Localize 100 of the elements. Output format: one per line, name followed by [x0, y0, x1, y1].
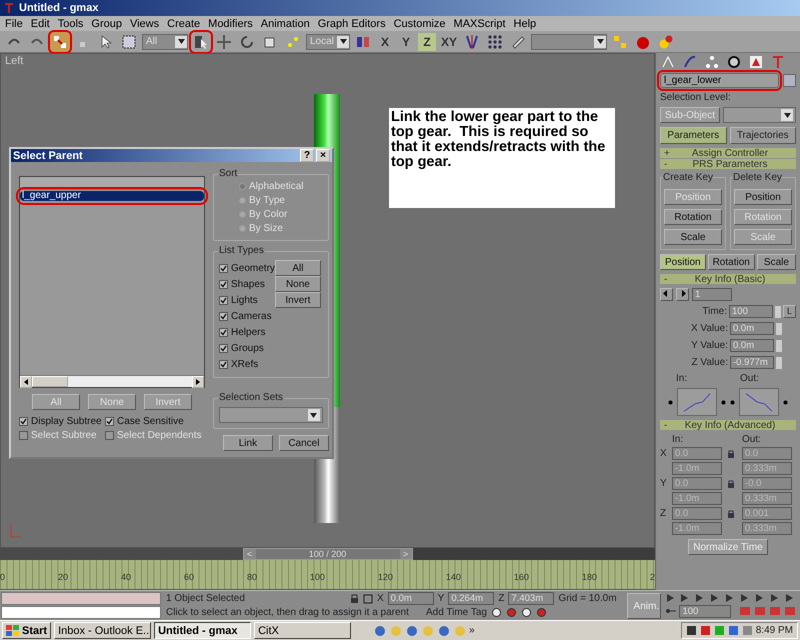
type-checkbox[interactable]: Cameras: [219, 310, 275, 322]
group-title: Delete Key: [733, 172, 782, 183]
tick-label: 60: [184, 572, 194, 583]
mode-button[interactable]: Position: [660, 254, 706, 270]
axis-constraint-button[interactable]: Z: [418, 32, 436, 50]
checkmark-icon: [220, 328, 227, 336]
axis-tripod-icon: [9, 523, 23, 539]
mode-button[interactable]: Scale: [756, 254, 796, 270]
dialog-button[interactable]: Cancel: [278, 435, 329, 451]
viewport-label: Left: [5, 55, 24, 67]
option-checkbox[interactable]: Case Sensitive: [105, 416, 205, 427]
tick-label: 0: [0, 572, 6, 583]
dialog-button[interactable]: Link: [222, 435, 273, 451]
object-color-swatch[interactable]: [783, 74, 796, 87]
lock-icon[interactable]: [726, 508, 736, 518]
taskbar-button[interactable]: Inbox - Outlook E...: [54, 622, 152, 639]
named-selection-dropdown[interactable]: [531, 34, 608, 50]
arrow-button-icon[interactable]: [783, 400, 788, 404]
more-icons-chevron: »: [469, 625, 475, 636]
type-button[interactable]: None: [274, 276, 321, 292]
type-checkbox[interactable]: XRefs: [219, 358, 275, 370]
lock-icon[interactable]: [726, 448, 736, 458]
tick-label: 100: [310, 572, 325, 583]
field-label: Z Value:: [692, 357, 728, 368]
menu-item[interactable]: File: [2, 18, 28, 30]
motion-icon[interactable]: [726, 54, 742, 70]
start-button[interactable]: Start: [2, 622, 52, 639]
type-checkbox[interactable]: Geometry: [219, 262, 275, 274]
scroll-right-button[interactable]: [192, 376, 204, 388]
lock-icon[interactable]: [726, 478, 736, 488]
lock-button[interactable]: L: [783, 305, 796, 318]
menu-item[interactable]: Modifiers: [205, 18, 258, 30]
field-label: Time:: [702, 306, 727, 317]
mode-button[interactable]: Rotation: [708, 254, 755, 270]
lock-icon[interactable]: [350, 594, 359, 604]
menu-item[interactable]: Animation: [258, 18, 315, 30]
menu-item[interactable]: Edit: [28, 18, 55, 30]
taskbar-button[interactable]: Untitled - gmax: [154, 622, 252, 639]
axis-constraint-button[interactable]: XY: [439, 32, 460, 50]
dropdown-caret-icon[interactable]: [308, 409, 320, 421]
previous-key-button[interactable]: [660, 288, 673, 301]
spinner-icon[interactable]: [775, 306, 781, 318]
menu-item[interactable]: Tools: [54, 18, 88, 30]
dropdown-caret-icon[interactable]: [175, 36, 187, 48]
panel-tab[interactable]: Trajectories: [730, 127, 796, 144]
group-title: Create Key: [663, 172, 714, 183]
type-button[interactable]: Invert: [274, 292, 321, 308]
spinner-icon[interactable]: [776, 322, 782, 334]
rollout-header[interactable]: - PRS Parameters: [660, 159, 796, 169]
key-button[interactable]: Rotation: [664, 209, 722, 225]
rollout-header[interactable]: - Key Info (Basic): [660, 274, 796, 284]
add-time-tag: Add Time Tag: [426, 607, 487, 618]
key-button[interactable]: Position: [734, 189, 792, 205]
checkmark-icon: [106, 418, 113, 425]
right-arrow-icon: [196, 379, 200, 385]
option-checkbox[interactable]: Display Subtree: [19, 416, 105, 427]
script-output-field[interactable]: [1, 606, 161, 619]
create-icon[interactable]: [660, 54, 676, 70]
key-button[interactable]: Scale: [664, 229, 722, 245]
dropdown-caret-icon[interactable]: [781, 109, 793, 121]
menu-item[interactable]: Group: [88, 18, 127, 30]
help-button[interactable]: ?: [300, 149, 314, 162]
sub-object-dropdown[interactable]: [723, 107, 796, 123]
checkmark-icon: [220, 264, 227, 272]
type-checkbox[interactable]: Groups: [219, 342, 275, 354]
close-button[interactable]: ×: [316, 149, 330, 162]
rollout-header[interactable]: - Key Info (Advanced): [660, 420, 796, 430]
type-checkbox[interactable]: Shapes: [219, 278, 275, 290]
type-checkbox[interactable]: Lights: [219, 294, 275, 306]
type-checkbox[interactable]: Helpers: [219, 326, 275, 338]
menu-item[interactable]: Customize: [390, 18, 451, 30]
taskbar-button[interactable]: CitX: [254, 622, 352, 639]
object-name-field[interactable]: l_gear_lower: [660, 73, 779, 88]
group-title: Sort: [218, 168, 238, 179]
left-arrow-icon: [24, 379, 28, 385]
axis-constraint-button[interactable]: X: [376, 32, 394, 50]
menu-item[interactable]: Create: [164, 18, 206, 30]
horizontal-scrollbar[interactable]: [20, 375, 204, 387]
type-button[interactable]: All: [274, 260, 321, 276]
arrow-button-icon[interactable]: [668, 400, 673, 404]
checkmark-icon: [220, 344, 227, 352]
next-key-button[interactable]: [676, 288, 689, 301]
panel-tab[interactable]: Parameters: [660, 127, 726, 144]
scroll-left-button[interactable]: [20, 376, 32, 388]
rollout-header[interactable]: + Assign Controller: [660, 148, 796, 158]
menu-item[interactable]: Graph Editors: [314, 18, 391, 30]
menu-item[interactable]: Help: [510, 18, 542, 30]
spinner-icon[interactable]: [776, 356, 782, 368]
selection-sets-dropdown[interactable]: [219, 407, 323, 423]
checkmark-icon: [220, 360, 227, 368]
tick-label: 180: [582, 572, 597, 583]
dropdown-caret-icon[interactable]: [337, 36, 349, 48]
menu-item[interactable]: Views: [126, 18, 164, 30]
axis-constraint-button[interactable]: Y: [397, 32, 415, 50]
modify-icon[interactable]: [682, 54, 698, 70]
spinner-icon[interactable]: [776, 340, 782, 352]
tangent-label: Out:: [740, 373, 760, 384]
dropdown-caret-icon[interactable]: [594, 36, 606, 48]
script-listener-field[interactable]: [1, 592, 161, 605]
menu-item[interactable]: MAXScript: [450, 18, 511, 30]
